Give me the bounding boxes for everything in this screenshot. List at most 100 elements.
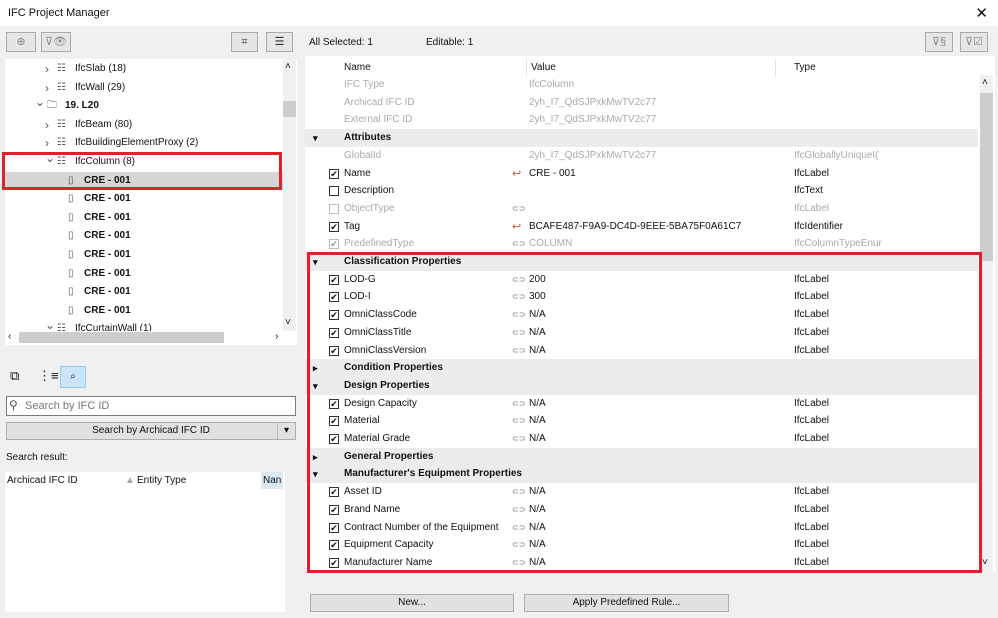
tree-item-label: CRE - 001 — [84, 211, 131, 223]
dropdown-arrow-icon[interactable]: ▾ — [277, 423, 295, 439]
property-name: Attributes — [344, 132, 392, 144]
tree-item[interactable]: ⌄ ☷ IfcCurtainWall (1) — [5, 318, 283, 331]
all-selected-count: All Selected: 1 — [309, 37, 373, 48]
property-checkbox[interactable]: ✔ — [329, 168, 339, 179]
property-row: GlobalId 2yh_I7_QdSJPxkMwTV2c77 IfcGloball… — [305, 147, 978, 165]
col-name[interactable]: Nan — [261, 472, 284, 489]
property-row: ✔ Name ↩ CRE - 001 IfcLabel — [305, 165, 978, 183]
tree-list-icon: ☷ — [57, 323, 66, 331]
tree-item-label: IfcBeam (80) — [75, 118, 133, 130]
tree-list-icon: ☷ — [57, 137, 66, 149]
property-group[interactable]: ▾ Attributes — [305, 129, 978, 148]
property-row: ✔ PredefinedType ⊂⊃ COLUMN IfcColumnTypeEnur — [305, 235, 978, 253]
filter-view-button[interactable]: ⊽👁 — [41, 32, 71, 52]
sync-button[interactable]: ⊕ — [6, 32, 36, 52]
tree-item[interactable]: ▯ CRE - 001 — [5, 227, 283, 245]
tree-item[interactable]: ▯ CRE - 001 — [5, 283, 283, 301]
tree-list-icon: ☷ — [57, 118, 66, 130]
tree-item[interactable]: ▯ CRE - 001 — [5, 190, 283, 208]
filter-checked-button[interactable]: ⊽☑ — [960, 32, 988, 52]
close-icon[interactable]: ✕ — [975, 4, 988, 22]
property-checkbox[interactable] — [329, 186, 339, 197]
property-value[interactable]: 2yh_I7_QdSJPxkMwTV2c77 — [529, 147, 656, 165]
search-results-table: Archicad IFC ID ▲ Entity Type Nan — [5, 472, 285, 612]
property-value[interactable]: CRE - 001 — [529, 165, 576, 183]
col-entity-type[interactable]: Entity Type — [137, 475, 186, 486]
tree-item[interactable]: › ☷ IfcBeam (80) — [5, 116, 283, 134]
tree-item[interactable]: ⌄ 🗀 19. L20 — [5, 95, 283, 115]
tree-vertical-scrollbar[interactable]: ˄ ˅ — [283, 59, 296, 331]
property-row: External IFC ID 2yh_I7_QdSJPxkMwTV2c77 — [305, 111, 978, 129]
property-checkbox[interactable] — [329, 203, 339, 214]
add-element-icon[interactable]: ⧉ — [10, 368, 19, 384]
chevron-down-icon[interactable]: ⌄ — [35, 93, 45, 111]
col-name-header[interactable]: Name — [344, 62, 371, 73]
window-title: IFC Project Manager — [8, 7, 110, 19]
property-row: IFC Type IfcColumn — [305, 76, 978, 94]
expanded-triangle-icon[interactable]: ▾ — [313, 129, 318, 147]
col-value-header[interactable]: Value — [526, 59, 560, 76]
col-type-header[interactable]: Type — [775, 59, 834, 76]
property-name: Archicad IFC ID — [344, 96, 415, 108]
highlight-box-tree — [2, 152, 282, 190]
tree-item[interactable]: ▯ CRE - 001 — [5, 209, 283, 227]
property-name: Name — [344, 167, 371, 179]
property-name: PredefinedType — [344, 238, 415, 250]
search-mode-icon[interactable]: ⌕ — [60, 366, 86, 388]
tree-item[interactable]: › ☷ IfcSlab (18) — [5, 60, 283, 78]
apply-predefined-rule-button[interactable]: Apply Predefined Rule... — [524, 594, 729, 612]
tree-structure-icon[interactable]: ⋮≡ — [38, 368, 59, 384]
property-type: IfcIdentifier — [794, 220, 843, 232]
link-icon: ⊂⊃ — [512, 239, 526, 249]
sort-asc-icon: ▲ — [125, 475, 135, 486]
folder-icon: 🗀 — [47, 100, 57, 112]
property-type: IfcLabel — [794, 202, 830, 214]
chevron-right-icon[interactable]: › — [45, 60, 49, 78]
tree-item-label: CRE - 001 — [84, 230, 131, 242]
property-checkbox[interactable]: ✔ — [329, 221, 339, 232]
property-name: ObjectType — [344, 202, 395, 214]
col-archicad-ifc-id[interactable]: Archicad IFC ID — [7, 475, 78, 486]
tree-item-label: CRE - 001 — [84, 249, 131, 260]
property-name: External IFC ID — [344, 114, 413, 126]
property-type: IfcText — [794, 185, 823, 197]
property-value[interactable]: 2yh_I7_QdSJPxkMwTV2c77 — [529, 111, 656, 129]
column-icon: ▯ — [68, 211, 74, 223]
highlight-box-properties — [307, 252, 982, 573]
tree-horizontal-scrollbar[interactable]: ‹ › — [5, 331, 297, 345]
chevron-right-icon[interactable]: › — [45, 116, 49, 134]
title-bar: IFC Project Manager ✕ — [0, 0, 998, 26]
property-checkbox[interactable]: ✔ — [329, 239, 339, 250]
search-by-archicad-id-button[interactable]: Search by Archicad IFC ID ▾ — [6, 422, 296, 440]
column-icon: ▯ — [68, 286, 74, 298]
tree-item-label: CRE - 001 — [84, 286, 131, 298]
tree-item-label: IfcSlab (18) — [75, 63, 127, 74]
tree-item[interactable]: ▯ CRE - 001 — [5, 246, 283, 264]
property-value[interactable]: BCAFE487-F9A9-DC4D-9EEE-5BA75F0A61C7 — [529, 218, 741, 236]
tree-item[interactable]: › ☷ IfcWall (29) — [5, 79, 283, 97]
tree-item-label: CRE - 001 — [84, 304, 131, 316]
tree-options-button[interactable]: ☰ — [266, 32, 293, 52]
chevron-down-icon[interactable]: ⌄ — [45, 316, 55, 331]
select-in-model-button[interactable]: ⌗ — [231, 32, 258, 52]
tree-item-label: IfcBuildingElementProxy (2) — [75, 137, 199, 149]
property-value[interactable]: COLUMN — [529, 235, 572, 253]
property-type: IfcGloballyUniqueI( — [794, 149, 879, 161]
property-name: GlobalId — [344, 149, 382, 161]
property-type: IfcLabel — [794, 167, 830, 179]
property-row: Archicad IFC ID 2yh_I7_QdSJPxkMwTV2c77 — [305, 94, 978, 112]
property-row: ✔ Tag ↩ BCAFE487-F9A9-DC4D-9EEE-5BA75F0A61C… — [305, 218, 978, 236]
property-value[interactable]: 2yh_I7_QdSJPxkMwTV2c77 — [529, 94, 656, 112]
tree-item[interactable]: ▯ CRE - 001 — [5, 265, 283, 283]
filter-properties-button[interactable]: ⊽§ — [925, 32, 953, 52]
column-icon: ▯ — [68, 249, 74, 260]
tree-item-label: 19. L20 — [65, 100, 99, 112]
new-button[interactable]: New... — [310, 594, 514, 612]
property-name: Description — [344, 185, 395, 197]
search-input[interactable]: Search by IFC ID — [6, 396, 296, 416]
tree-item-label: IfcCurtainWall (1) — [75, 323, 152, 331]
tree-list-icon: ☷ — [57, 81, 66, 93]
property-value[interactable]: IfcColumn — [529, 76, 574, 94]
column-icon: ▯ — [68, 230, 74, 242]
chevron-right-icon[interactable]: › — [45, 79, 49, 97]
